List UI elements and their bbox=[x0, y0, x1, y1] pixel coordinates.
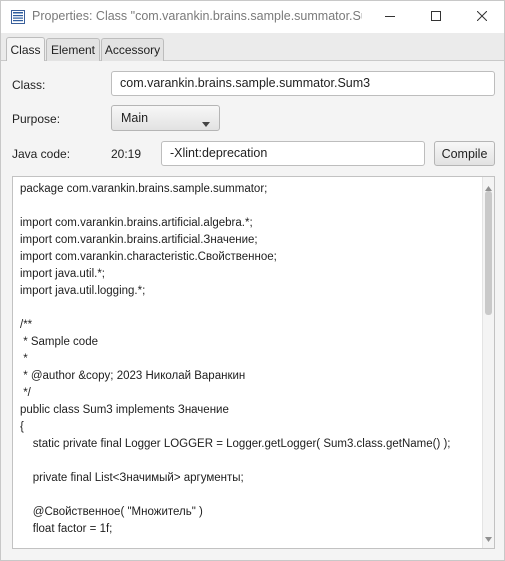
close-button[interactable] bbox=[459, 1, 505, 33]
code-editor[interactable]: package com.varankin.brains.sample.summa… bbox=[12, 176, 495, 549]
purpose-label: Purpose: bbox=[12, 112, 61, 126]
code-line: * bbox=[20, 353, 28, 365]
code-line: */ bbox=[20, 387, 31, 399]
properties-window: Properties: Class "com.varankin.brains.s… bbox=[0, 0, 505, 561]
maximize-button[interactable] bbox=[413, 1, 459, 33]
minimize-icon bbox=[385, 10, 395, 24]
code-line: import com.varankin.characteristic.Свойс… bbox=[20, 251, 277, 263]
cursor-position: 20:19 bbox=[111, 147, 142, 161]
code-line: private final List<Значимый> аргументы; bbox=[20, 472, 244, 484]
code-line: static private final Logger LOGGER = Log… bbox=[20, 438, 451, 450]
purpose-selected-value: Main bbox=[121, 111, 149, 125]
close-icon bbox=[476, 10, 488, 24]
properties-window-icon bbox=[11, 10, 25, 24]
tab-bar: Class Element Accessory bbox=[1, 33, 504, 61]
tab-element[interactable]: Element bbox=[46, 38, 100, 61]
code-line: import java.util.*; bbox=[20, 268, 106, 280]
code-line: { bbox=[20, 421, 24, 433]
class-name-field[interactable]: com.varankin.brains.sample.summator.Sum3 bbox=[111, 71, 495, 96]
code-line: float factor = 1f; bbox=[20, 523, 113, 535]
chevron-down-icon bbox=[202, 116, 210, 130]
window-title: Properties: Class "com.varankin.brains.s… bbox=[32, 9, 362, 23]
java-code-label: Java code: bbox=[12, 147, 71, 161]
compile-button[interactable]: Compile bbox=[434, 141, 495, 166]
scrollbar-thumb[interactable] bbox=[485, 191, 492, 315]
code-line: import java.util.logging.*; bbox=[20, 285, 146, 297]
compiler-options-field[interactable]: -Xlint:deprecation bbox=[161, 141, 425, 166]
code-text[interactable]: package com.varankin.brains.sample.summa… bbox=[13, 177, 494, 538]
title-bar[interactable]: Properties: Class "com.varankin.brains.s… bbox=[1, 1, 504, 33]
scroll-down-icon[interactable] bbox=[485, 531, 492, 545]
code-line: import com.varankin.brains.artificial.Зн… bbox=[20, 234, 258, 246]
code-line: import com.varankin.brains.artificial.al… bbox=[20, 217, 253, 229]
tab-class[interactable]: Class bbox=[6, 37, 45, 61]
class-label: Class: bbox=[12, 78, 46, 92]
code-line: * Sample code bbox=[20, 336, 98, 348]
purpose-dropdown[interactable]: Main bbox=[111, 105, 220, 131]
code-line: public class Sum3 implements Значение bbox=[20, 404, 229, 416]
tab-accessory[interactable]: Accessory bbox=[101, 38, 164, 61]
maximize-icon bbox=[431, 10, 441, 24]
minimize-button[interactable] bbox=[367, 1, 413, 33]
code-line: @Свойственное( "Множитель" ) bbox=[20, 506, 203, 518]
code-line: /** bbox=[20, 319, 33, 331]
code-line: package com.varankin.brains.sample.summa… bbox=[20, 183, 268, 195]
vertical-scrollbar[interactable] bbox=[482, 177, 494, 548]
code-line: * @author &copy; 2023 Николай Варанкин bbox=[20, 370, 246, 382]
